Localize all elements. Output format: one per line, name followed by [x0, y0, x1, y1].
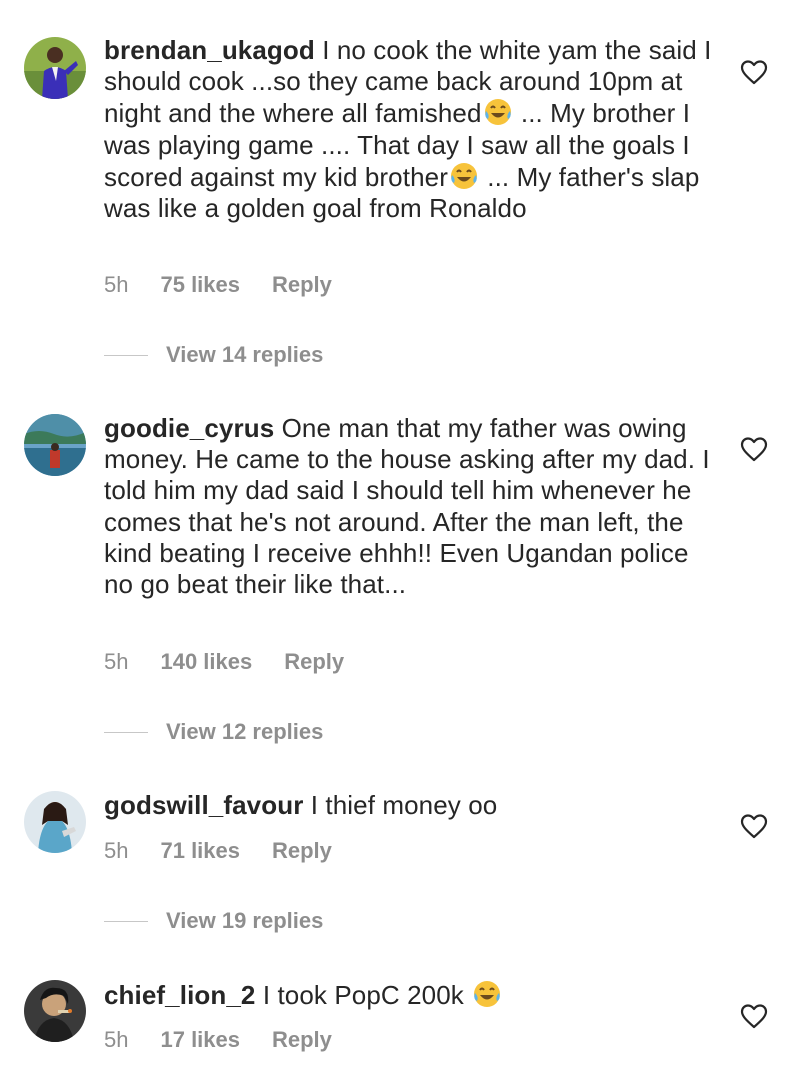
avatar[interactable]: [24, 37, 86, 99]
reply-button[interactable]: Reply: [272, 272, 332, 298]
comment-time: 5h: [104, 649, 129, 674]
divider: [104, 920, 148, 922]
avatar[interactable]: [24, 980, 86, 1042]
comment-meta: 5h 71 likes Reply: [104, 838, 332, 864]
view-replies-label: View 12 replies: [166, 719, 324, 744]
view-replies-button[interactable]: View 14 replies: [104, 342, 323, 368]
face-with-tears-of-joy-icon: [483, 97, 513, 127]
comment-username[interactable]: brendan_ukagod: [104, 35, 315, 65]
likes-count[interactable]: 140 likes: [160, 649, 252, 675]
heart-outline-icon[interactable]: [740, 59, 768, 85]
comment-text: goodie_cyrus One man that my father was …: [104, 413, 714, 600]
comment-username[interactable]: godswill_favour: [104, 790, 303, 820]
comment-text: brendan_ukagod I no cook the white yam t…: [104, 35, 714, 224]
likes-count[interactable]: 71 likes: [160, 838, 240, 864]
divider: [104, 731, 148, 733]
comment-time: 5h: [104, 272, 129, 297]
comment-body: I took PopC 200k: [262, 980, 464, 1010]
face-with-tears-of-joy-icon: [449, 161, 479, 191]
comment-time: 5h: [104, 838, 129, 863]
view-replies-button[interactable]: View 19 replies: [104, 908, 323, 934]
comment-text: godswill_favour I thief money oo: [104, 790, 714, 821]
reply-button[interactable]: Reply: [284, 649, 344, 675]
comment-meta: 5h 17 likes Reply: [104, 1027, 332, 1053]
heart-outline-icon[interactable]: [740, 436, 768, 462]
likes-count[interactable]: 75 likes: [160, 272, 240, 298]
view-replies-button[interactable]: View 12 replies: [104, 719, 323, 745]
face-with-tears-of-joy-icon: [472, 979, 502, 1009]
avatar[interactable]: [24, 414, 86, 476]
heart-outline-icon[interactable]: [740, 813, 768, 839]
heart-outline-icon[interactable]: [740, 1003, 768, 1029]
view-replies-label: View 14 replies: [166, 342, 324, 367]
comment-meta: 5h 140 likes Reply: [104, 649, 344, 675]
comment-username[interactable]: goodie_cyrus: [104, 413, 274, 443]
reply-button[interactable]: Reply: [272, 1027, 332, 1053]
comment-username[interactable]: chief_lion_2: [104, 980, 255, 1010]
comment-body: I thief money oo: [310, 790, 498, 820]
likes-count[interactable]: 17 likes: [160, 1027, 240, 1053]
view-replies-label: View 19 replies: [166, 908, 324, 933]
reply-button[interactable]: Reply: [272, 838, 332, 864]
divider: [104, 354, 148, 356]
comment-text: chief_lion_2 I took PopC 200k: [104, 979, 714, 1011]
comment-meta: 5h 75 likes Reply: [104, 272, 332, 298]
comment-time: 5h: [104, 1027, 129, 1052]
avatar[interactable]: [24, 791, 86, 853]
